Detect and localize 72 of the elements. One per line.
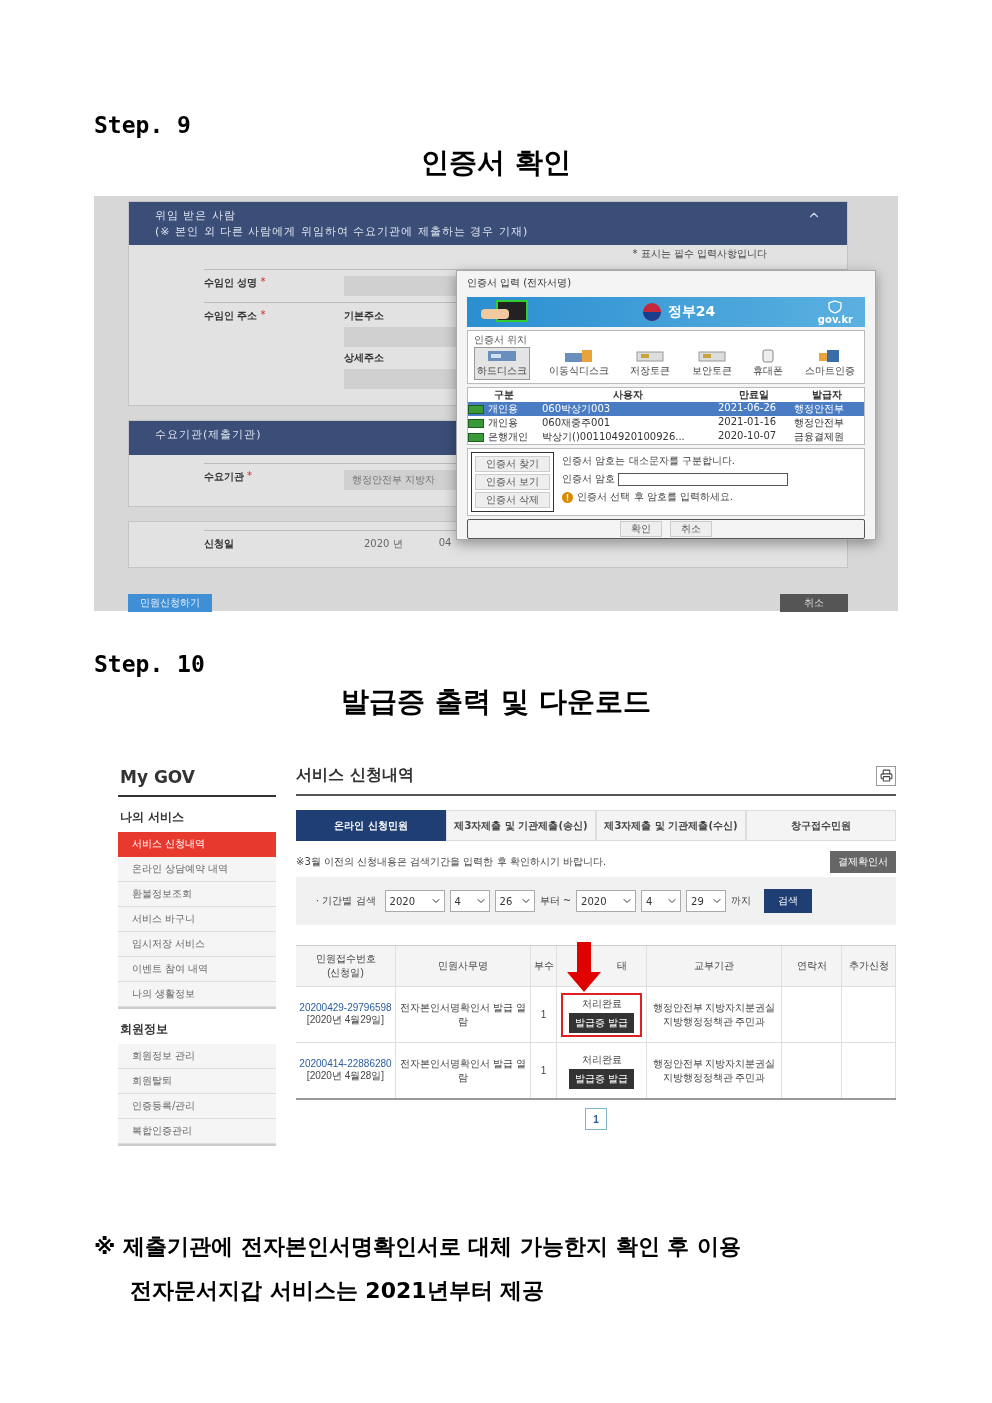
- application-date: [2020년 4월29일]: [306, 1013, 385, 1027]
- column-header-text: 태: [615, 959, 627, 973]
- dialog-title: 인증서 입력 (전자서명): [467, 276, 573, 290]
- sidebar-heading: 나의 서비스: [119, 809, 186, 826]
- status-text: 처리완료: [581, 1052, 622, 1067]
- required-mark: *: [247, 470, 252, 481]
- sidebar-heading: 회원정보: [119, 1021, 169, 1038]
- application-date: [2020년 4월28일]: [306, 1069, 385, 1083]
- table-cell-text: 전자본인서명확인서 발급 열람: [399, 1056, 527, 1085]
- footnote-text: 전자문서지갑 서비스는 2021년부터 제공: [129, 1277, 546, 1305]
- field-sublabel: 상세주소: [344, 351, 384, 365]
- table-cell-text: 금융결제원: [793, 430, 845, 444]
- page-title: 서비스 신청내역: [296, 765, 414, 786]
- column-header-text: 추가신청: [848, 959, 889, 973]
- brand-name: 정부24: [667, 303, 716, 321]
- step-heading: 발급증 출력 및 다운로드: [341, 684, 651, 720]
- table-cell-text: 060재중주001: [541, 416, 612, 430]
- required-mark: *: [260, 276, 266, 287]
- field-label: 신청일: [204, 537, 234, 551]
- warning-text: 인증서 선택 후 암호를 입력하세요.: [577, 490, 734, 504]
- required-note: * 표시는 필수 입력사항입니다: [632, 247, 767, 261]
- range-text: 부터 ~: [539, 894, 572, 908]
- table-cell: 1: [540, 1009, 547, 1020]
- table-cell: 행정안전부 지방자치분권실: [652, 1056, 776, 1071]
- table-cell: 지방행정정책관 주민과: [662, 1014, 766, 1029]
- range-text: 까지: [731, 894, 752, 908]
- step-heading: 인증서 확인: [421, 145, 571, 181]
- table-cell-text: 개인용: [487, 416, 519, 430]
- case-note: 인증서 암호는 대소문자를 구분합니다.: [562, 454, 736, 468]
- table-cell: 지방행정정책관 주민과: [662, 1070, 766, 1085]
- column-header: 만료일: [738, 388, 770, 402]
- table-cell-text: 2020-10-07: [717, 430, 778, 443]
- brand-domain: gov.kr: [817, 313, 853, 325]
- table-cell: 1: [540, 1065, 547, 1076]
- location-legend: 인증서 위치: [474, 333, 858, 347]
- status-text: 처리완료: [581, 996, 622, 1011]
- column-header: 사용자: [612, 388, 644, 402]
- table-cell-text: 행정안전부: [793, 416, 845, 430]
- table-cell-text: 은행개인: [487, 430, 529, 444]
- field-label: 수요기관: [204, 470, 244, 484]
- table-cell-text: 개인용: [487, 402, 519, 416]
- column-header-text: 부수: [533, 959, 554, 973]
- column-header: 발급자: [811, 388, 843, 402]
- table-cell-text: 행정안전부: [793, 402, 845, 416]
- table-cell-text: 2021-01-16: [717, 416, 778, 429]
- table-cell: 행정안전부 지방자치분권실: [652, 1000, 776, 1015]
- panel-header-text: 수요기관(제출기관): [155, 427, 262, 442]
- table-cell-text: 2021-06-26: [717, 402, 778, 415]
- step-label: Step. 9: [94, 112, 191, 138]
- column-header-text: 교부기관: [694, 959, 734, 973]
- column-header-text: 연락처: [796, 959, 827, 973]
- table-cell-text: 박상기()001104920100926...: [541, 430, 686, 444]
- table-cell-text: 전자본인서명확인서 발급 열람: [399, 1000, 527, 1029]
- column-header: 구분: [493, 388, 515, 402]
- table-cell-text: 060박상기003: [541, 402, 612, 416]
- step-label: Step. 10: [94, 651, 205, 677]
- date-value: 2020 년: [364, 537, 403, 551]
- notice-text: ※3월 이전의 신청내용은 검색기간을 입력한 후 확인하시기 바랍니다.: [296, 855, 607, 869]
- column-header-text: (신청일): [327, 966, 364, 980]
- required-mark: *: [260, 309, 266, 320]
- password-label: 인증서 암호: [562, 472, 616, 486]
- column-header-text: 민원사무명: [438, 959, 488, 973]
- field-label: 수임인 주소: [204, 309, 258, 323]
- column-header-text: 민원접수번호: [315, 952, 376, 966]
- field-sublabel: 기본주소: [344, 309, 384, 323]
- panel-header-text: 위임 받은 사람: [155, 208, 237, 223]
- brand-title: My GOV: [118, 761, 276, 797]
- date-value: 04: [438, 537, 452, 550]
- field-label: 수임인 성명: [204, 276, 258, 290]
- search-label: · 기간별 검색: [316, 894, 376, 908]
- footnote-text: ※ 제출기관에 전자본인서명확인서로 대체 가능한지 확인 후 이용: [94, 1233, 742, 1261]
- panel-header-text: (※ 본인 외 다른 사람에게 위임하여 수요기관에 제출하는 경우 기재): [155, 224, 529, 239]
